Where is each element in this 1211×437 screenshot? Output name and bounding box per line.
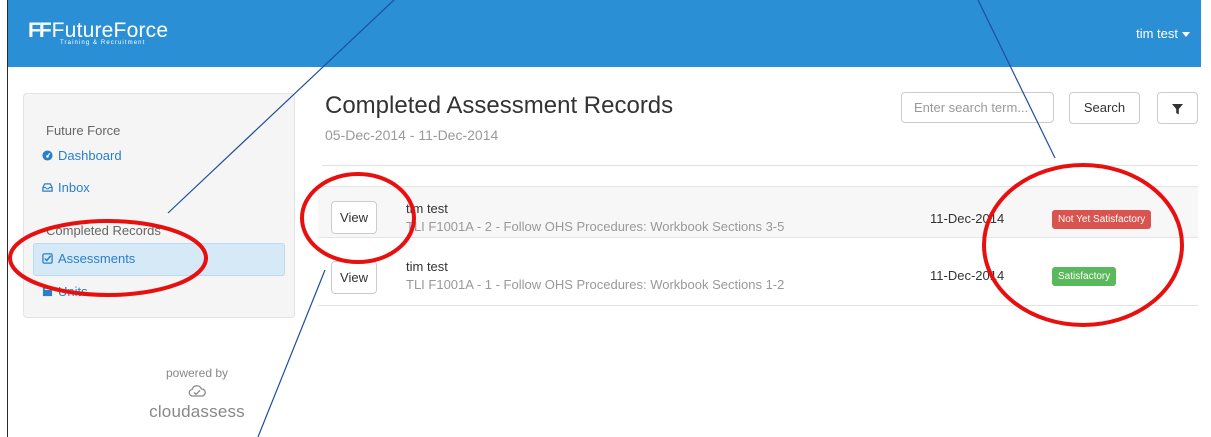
record-date: 11-Dec-2014 <box>930 268 1005 283</box>
record-description: TLI F1001A - 2 - Follow OHS Procedures: … <box>406 219 785 234</box>
sidebar-item-label: Assessments <box>58 251 136 266</box>
right-frame-border <box>1201 0 1211 437</box>
view-button[interactable]: View <box>331 261 377 294</box>
record-description: TLI F1001A - 1 - Follow OHS Procedures: … <box>406 277 785 292</box>
left-frame-border <box>0 0 8 437</box>
sidebar-heading-future-force: Future Force <box>46 123 121 138</box>
cloud-icon <box>188 385 206 397</box>
inbox-icon <box>42 183 53 192</box>
sidebar-item-units[interactable]: Units <box>42 284 88 299</box>
powered-by: powered by cloudassess <box>142 366 252 422</box>
user-menu[interactable]: tim test <box>1136 26 1190 41</box>
dashboard-icon <box>42 150 53 161</box>
brand-mark: FF <box>28 19 52 42</box>
sidebar-item-label: Units <box>58 284 88 299</box>
table-row: View tim test TLI F1001A - 2 - Follow OH… <box>318 186 1198 238</box>
powered-by-label: powered by <box>165 366 229 380</box>
sidebar-item-inbox[interactable]: Inbox <box>42 180 90 195</box>
sidebar-heading-completed-records: Completed Records <box>46 223 161 238</box>
sidebar-item-assessments-link[interactable]: Assessments <box>42 251 135 266</box>
status-badge: Not Yet Satisfactory <box>1052 210 1152 229</box>
cloudassess-logo: cloudassess <box>142 382 252 422</box>
checkbox-icon <box>42 253 53 264</box>
sidebar: Future Force Dashboard Inbox Completed R… <box>23 93 295 318</box>
filter-icon <box>1172 104 1183 115</box>
book-icon <box>42 286 53 297</box>
brand-logo[interactable]: FFFutureForce Training & Recruitment <box>28 20 168 46</box>
status-badge: Satisfactory <box>1052 267 1117 286</box>
record-name: tim test <box>406 201 448 216</box>
sidebar-item-label: Dashboard <box>58 148 122 163</box>
caret-down-icon <box>1182 32 1190 38</box>
record-name: tim test <box>406 259 448 274</box>
sidebar-item-label: Inbox <box>58 180 90 195</box>
search-input[interactable] <box>901 92 1054 123</box>
top-navbar: FFFutureForce Training & Recruitment tim… <box>8 0 1201 67</box>
record-date: 11-Dec-2014 <box>930 211 1005 226</box>
table-row: View tim test TLI F1001A - 1 - Follow OH… <box>318 255 1198 306</box>
sidebar-item-assessments[interactable]: Assessments <box>33 243 285 276</box>
user-menu-label: tim test <box>1136 26 1178 41</box>
search-button[interactable]: Search <box>1069 92 1140 124</box>
view-button[interactable]: View <box>331 201 377 234</box>
sidebar-item-dashboard[interactable]: Dashboard <box>42 148 122 163</box>
date-range: 05-Dec-2014 - 11-Dec-2014 <box>325 127 499 143</box>
brand-name: FutureForce <box>51 19 169 42</box>
filter-button[interactable] <box>1157 92 1198 124</box>
divider <box>322 165 1198 166</box>
page-title: Completed Assessment Records <box>325 92 674 119</box>
cloudassess-text: cloudassess <box>149 402 245 421</box>
